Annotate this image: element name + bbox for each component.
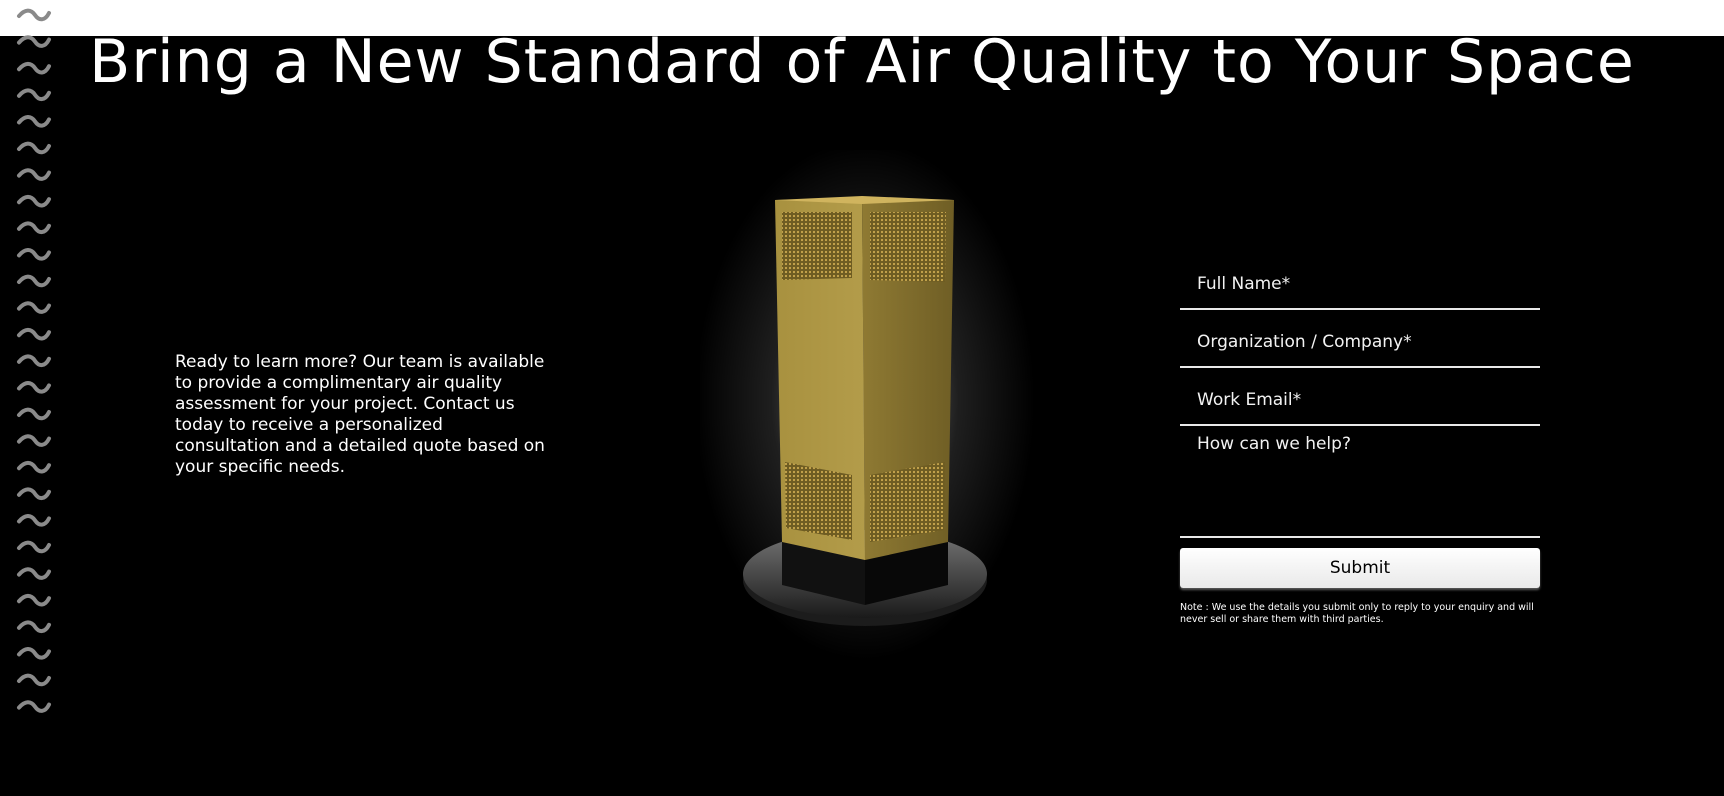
- wave-mark: [17, 593, 51, 607]
- wave-mark: [17, 248, 51, 261]
- wave-mark: [17, 540, 51, 554]
- wave-mark: [17, 620, 51, 634]
- message-textarea[interactable]: [1180, 428, 1540, 536]
- organization-field-wrapper: [1180, 312, 1540, 368]
- message-field-wrapper: [1180, 428, 1540, 538]
- contact-form: Submit Note : We use the details you sub…: [1180, 254, 1540, 626]
- air-purifier-image: [700, 150, 1035, 660]
- wave-mark: [17, 141, 51, 155]
- wave-mark: [17, 567, 51, 580]
- wave-mark: [17, 647, 51, 660]
- wave-mark: [17, 514, 51, 527]
- intro-text: Ready to learn more? Our team is availab…: [175, 352, 545, 477]
- wave-mark: [17, 221, 51, 235]
- work-email-input[interactable]: [1180, 370, 1540, 424]
- wave-mark: [17, 700, 51, 713]
- wave-mark: [17, 274, 51, 288]
- wave-mark: [17, 381, 51, 394]
- page-title: Bring a New Standard of Air Quality to Y…: [89, 27, 1635, 97]
- full-name-field-wrapper: [1180, 254, 1540, 310]
- wave-mark: [17, 194, 51, 208]
- wave-mark: [17, 434, 51, 447]
- wave-mark: [17, 301, 51, 314]
- wave-mark: [17, 168, 51, 181]
- wave-mark: [17, 673, 51, 687]
- full-name-input[interactable]: [1180, 254, 1540, 308]
- wave-mark: [17, 8, 51, 22]
- decorative-wave-strip: [17, 8, 51, 713]
- privacy-note: Note : We use the details you submit onl…: [1180, 602, 1534, 625]
- wave-mark: [17, 487, 51, 501]
- email-field-wrapper: [1180, 370, 1540, 426]
- submit-button[interactable]: Submit: [1180, 548, 1540, 588]
- wave-mark: [17, 354, 51, 368]
- wave-mark: [17, 407, 51, 421]
- organization-input[interactable]: [1180, 312, 1540, 366]
- wave-mark: [17, 115, 51, 128]
- wave-mark: [17, 327, 51, 341]
- wave-mark: [17, 460, 51, 474]
